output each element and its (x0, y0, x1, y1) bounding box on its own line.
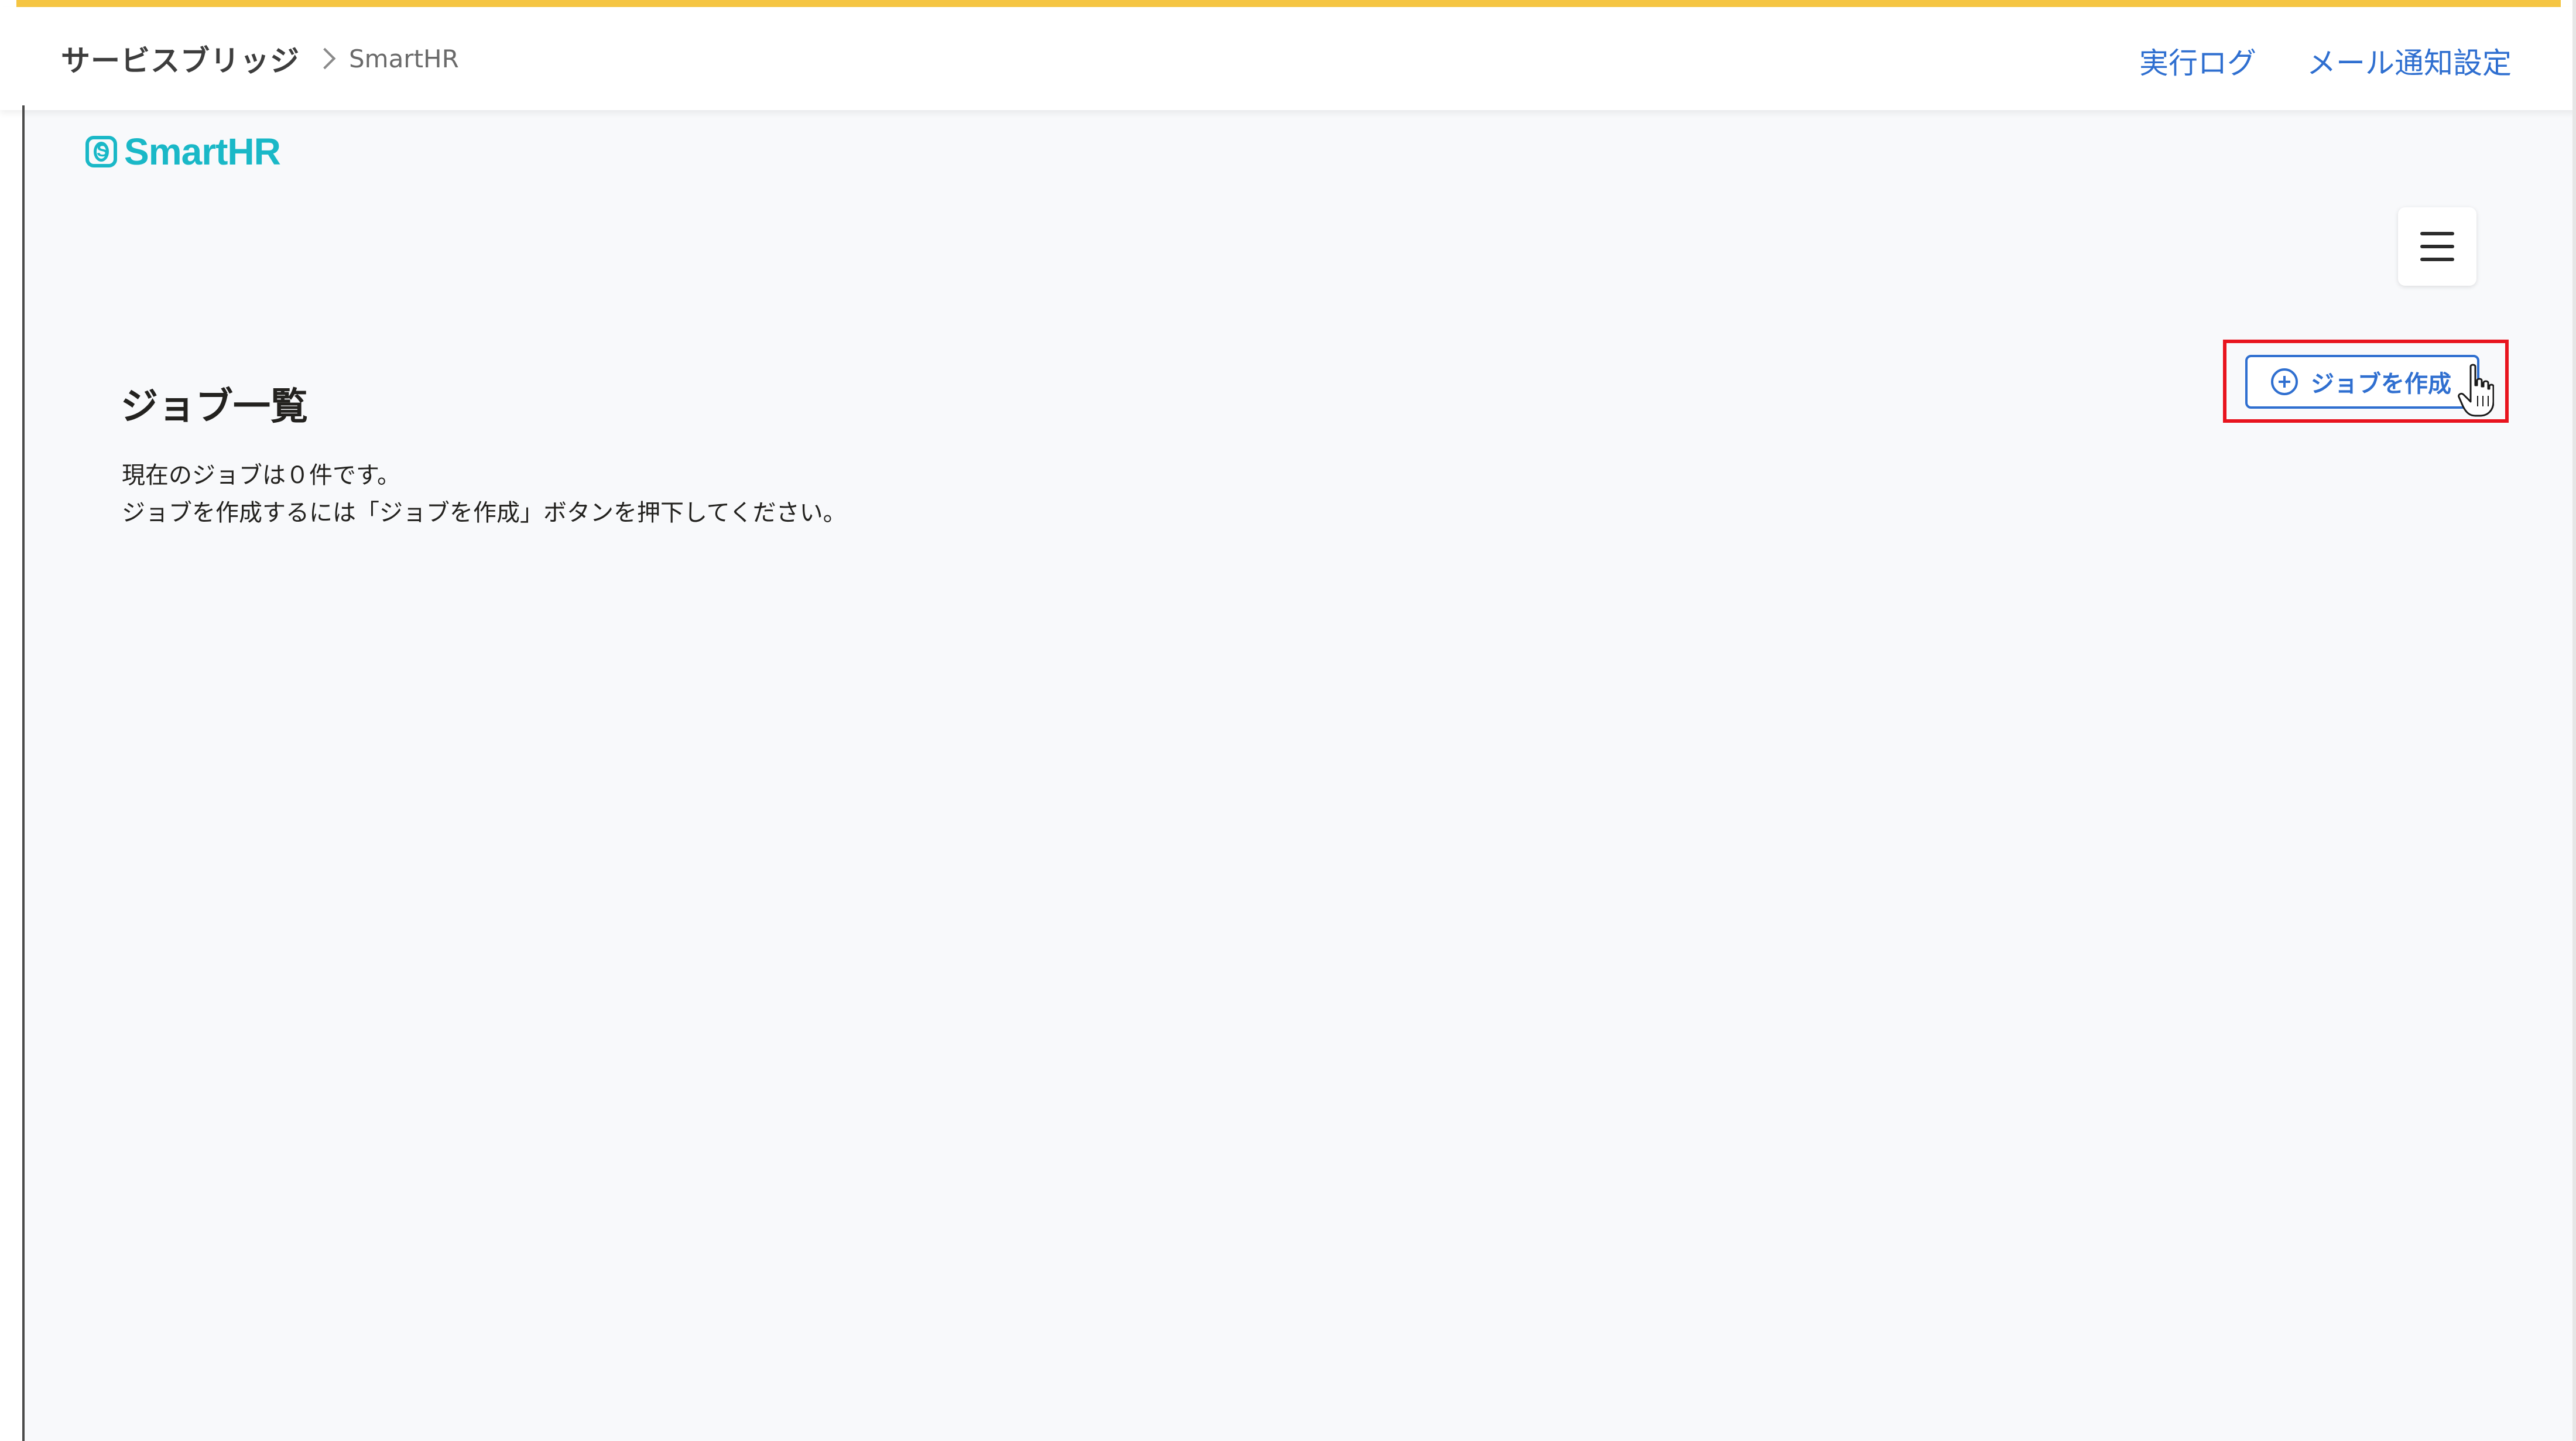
create-job-button-label: ジョブを作成 (2311, 371, 2451, 397)
hand-pointer-cursor-icon (2458, 364, 2494, 417)
logo-text: SmartHR (124, 131, 281, 173)
top-header: サービスブリッジ SmartHR 実行ログ メール通知設定 (0, 7, 2576, 110)
left-window-border (22, 105, 25, 1441)
right-window-border (2572, 0, 2576, 1441)
hamburger-menu-icon (2420, 232, 2454, 261)
main-content (25, 110, 2572, 1441)
execution-log-link[interactable]: 実行ログ (2139, 40, 2256, 82)
breadcrumb-current: SmartHR (349, 44, 459, 73)
mail-notification-settings-link[interactable]: メール通知設定 (2307, 40, 2512, 82)
breadcrumb-root-link[interactable]: サービスブリッジ (61, 37, 300, 80)
breadcrumb: サービスブリッジ SmartHR (61, 37, 459, 80)
smarthr-logo-icon: S (85, 136, 117, 167)
smarthr-logo: S SmartHR (85, 130, 281, 173)
empty-state-line-2: ジョブを作成するには「ジョブを作成」ボタンを押下してください。 (122, 499, 847, 526)
menu-button[interactable] (2398, 207, 2476, 286)
empty-state-line-1: 現在のジョブは０件です。 (122, 462, 400, 489)
plus-circle-icon (2271, 368, 2298, 395)
chevron-right-icon (314, 47, 336, 70)
logo-badge-letter: S (94, 142, 109, 162)
empty-state-message: 現在のジョブは０件です。 ジョブを作成するには「ジョブを作成」ボタンを押下してく… (122, 457, 847, 532)
create-job-button[interactable]: ジョブを作成 (2245, 355, 2479, 409)
top-accent-bar (16, 0, 2561, 7)
header-links: 実行ログ メール通知設定 (2139, 40, 2512, 82)
page-title: ジョブ一覧 (121, 385, 308, 429)
